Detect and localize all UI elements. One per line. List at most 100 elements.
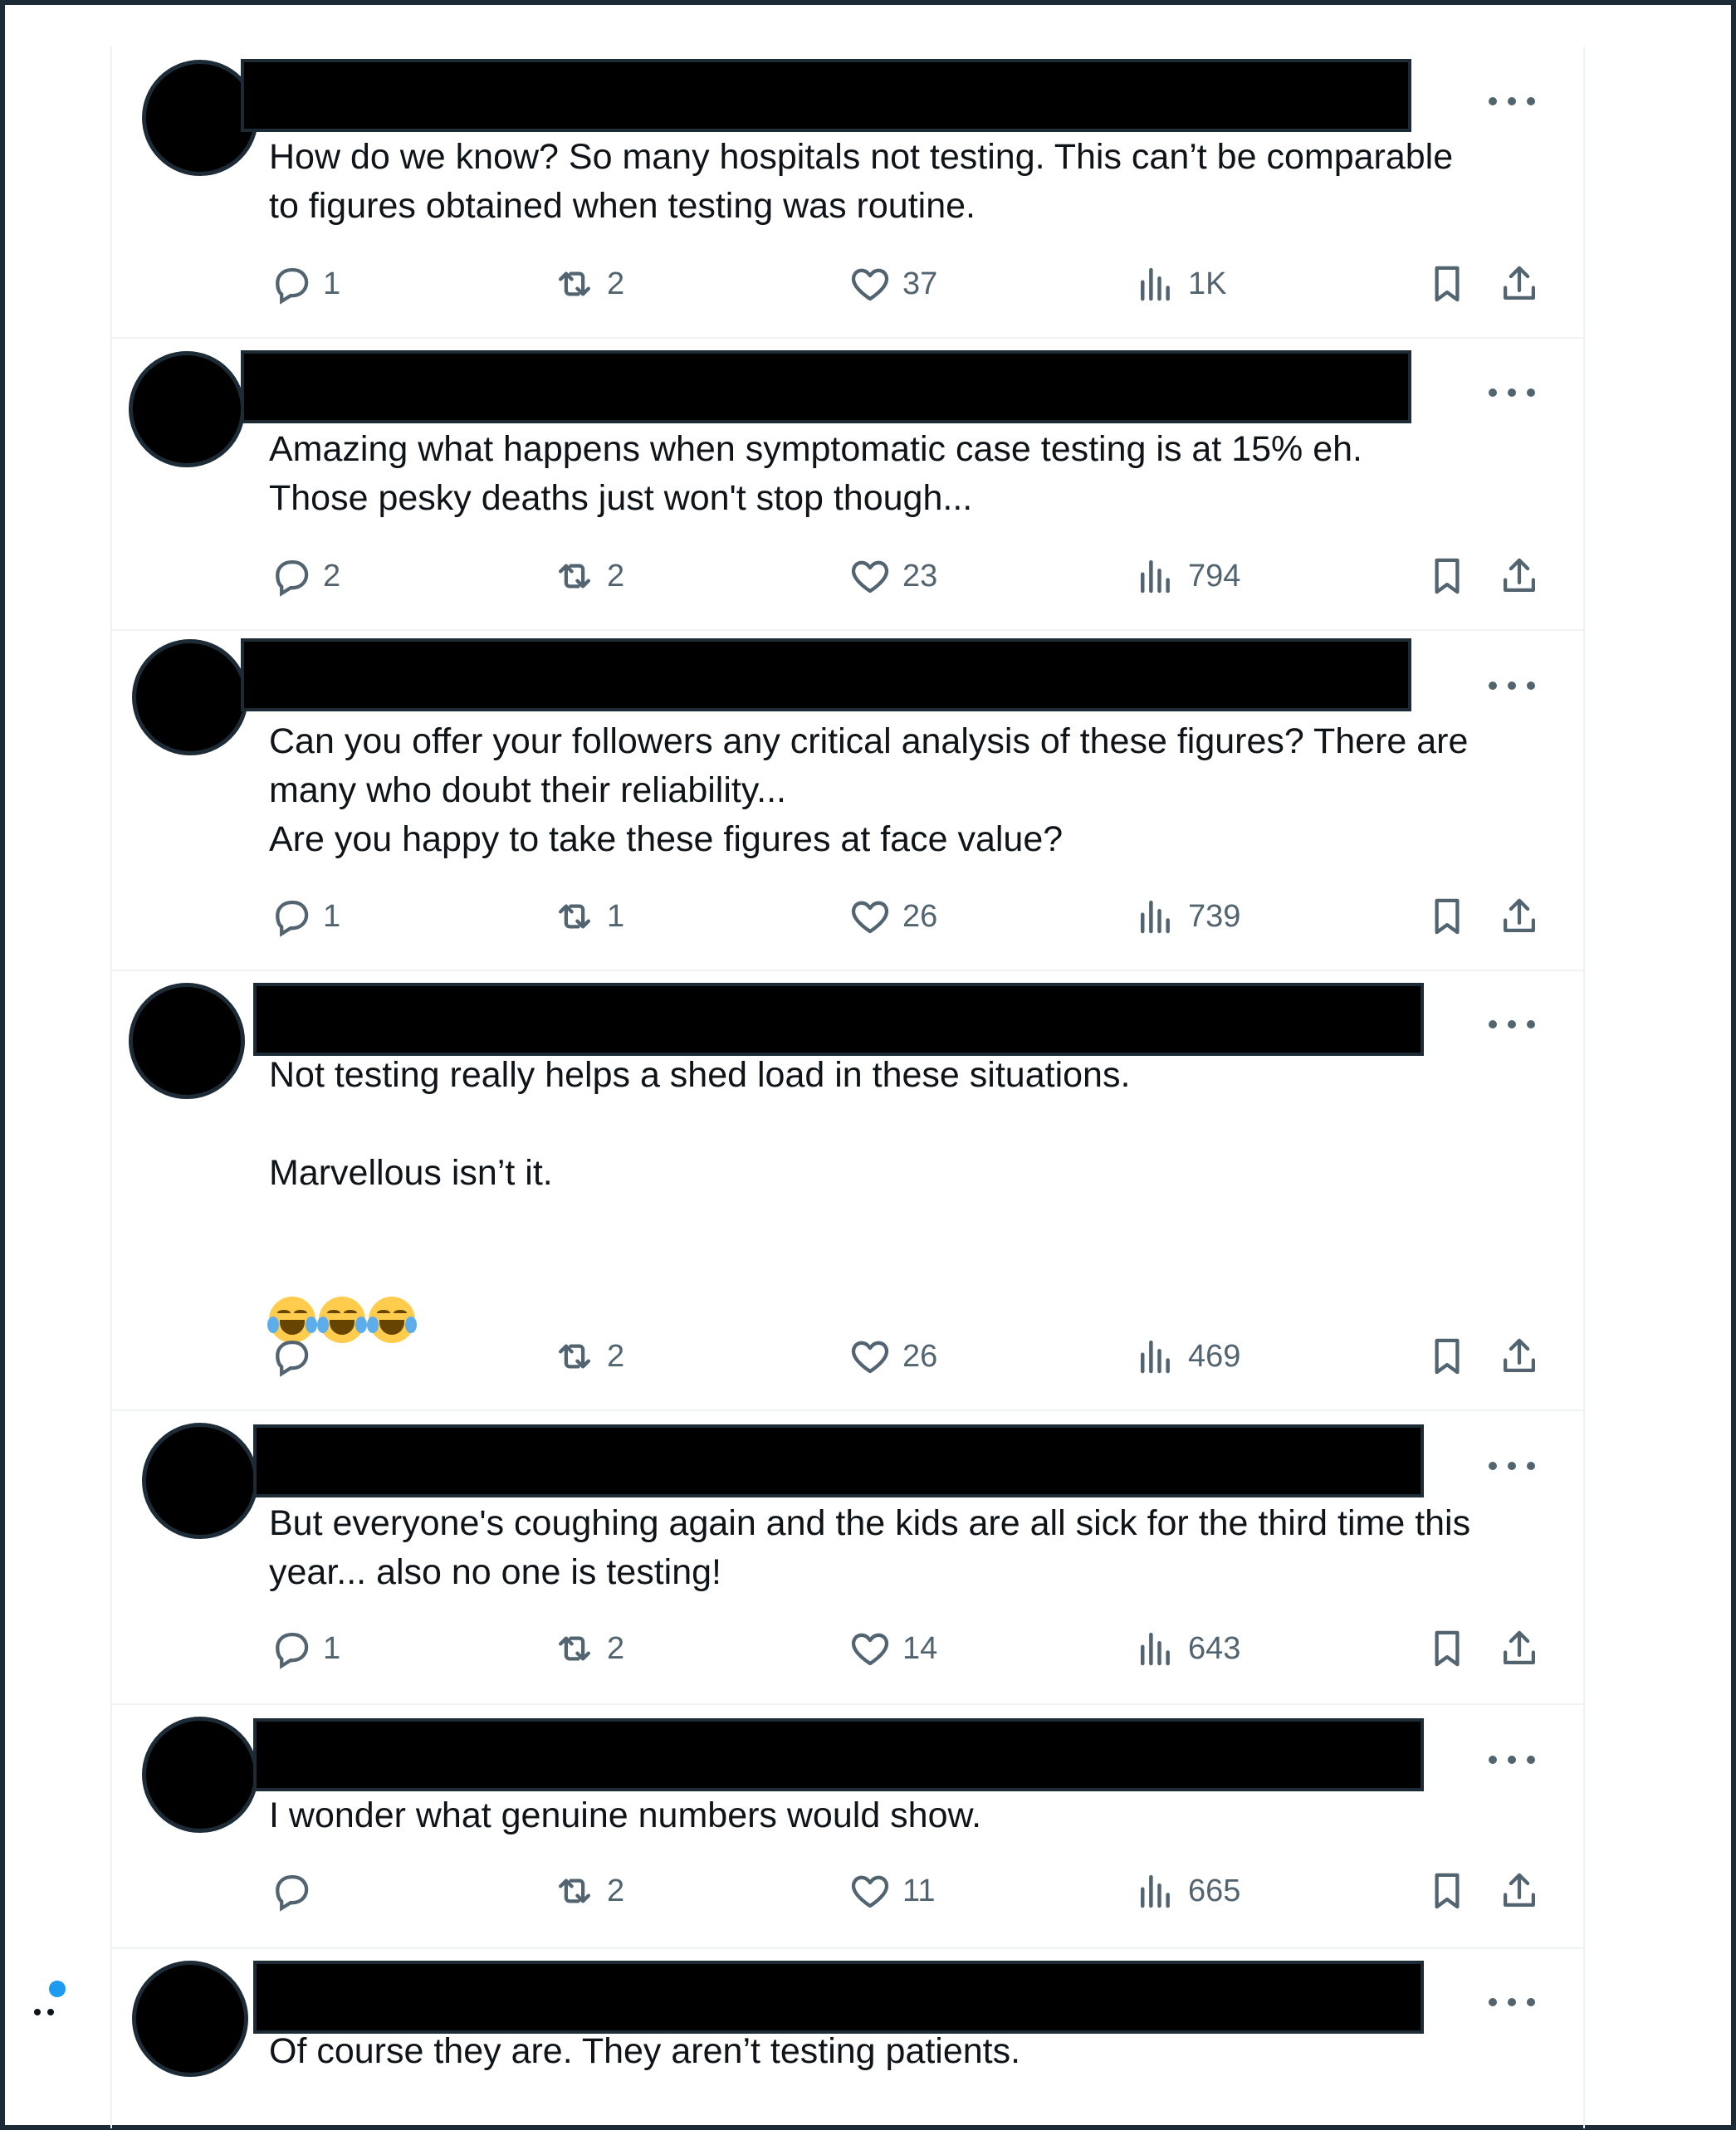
bookmark-button[interactable] <box>1425 1331 1469 1381</box>
view-count: 643 <box>1188 1630 1241 1666</box>
bookmark-button[interactable] <box>1425 551 1469 601</box>
like-button[interactable]: 14 <box>848 1624 937 1673</box>
more-horizontal-icon <box>1489 97 1497 105</box>
bookmark-button[interactable] <box>1425 1866 1469 1916</box>
reply-item[interactable]: Amazing what happens when symptomatic ca… <box>112 339 1583 631</box>
like-button[interactable]: 26 <box>848 892 937 941</box>
more-options-button[interactable] <box>1489 93 1535 110</box>
bookmark-icon <box>1435 898 1460 935</box>
bookmark-icon <box>1435 1873 1460 1909</box>
reply-text: Of course they are. They aren’t testing … <box>269 2031 1021 2071</box>
avatar[interactable] <box>129 351 245 467</box>
reply-actions: 1 2 37 1K <box>112 259 1583 309</box>
share-button[interactable] <box>1497 1331 1542 1381</box>
redacted-username <box>241 638 1411 711</box>
analytics-icon <box>1141 267 1170 301</box>
bookmark-icon <box>1435 1338 1460 1375</box>
reply-icon <box>276 1874 309 1912</box>
avatar[interactable] <box>142 1717 258 1833</box>
view-count: 665 <box>1188 1873 1241 1908</box>
view-count: 794 <box>1188 558 1241 594</box>
reply-count: 1 <box>323 898 341 934</box>
share-button[interactable] <box>1497 892 1542 941</box>
retweet-icon <box>558 904 591 929</box>
retweet-button[interactable]: 2 <box>552 259 624 309</box>
retweet-button[interactable]: 2 <box>552 1624 624 1673</box>
redacted-username <box>241 350 1411 423</box>
reply-button[interactable]: 1 <box>268 259 340 309</box>
like-count: 26 <box>902 1338 938 1374</box>
reply-count: 2 <box>323 558 341 594</box>
share-icon <box>1503 1338 1536 1373</box>
retweet-button[interactable]: 2 <box>552 1331 624 1381</box>
views-button[interactable]: 643 <box>1133 1624 1240 1673</box>
reply-item[interactable]: Of course they are. They aren’t testing … <box>112 1949 1583 2128</box>
reply-actions: 2 2 23 794 <box>112 551 1583 601</box>
retweet-button[interactable]: 1 <box>552 892 624 941</box>
views-button[interactable]: 1K <box>1133 259 1226 309</box>
reply-item[interactable]: I wonder what genuine numbers would show… <box>112 1705 1583 1949</box>
more-options-button[interactable] <box>1489 1751 1535 1768</box>
reply-item[interactable]: Not testing really helps a shed load in … <box>112 971 1583 1411</box>
bookmark-button[interactable] <box>1425 1624 1469 1673</box>
share-button[interactable] <box>1497 1866 1542 1916</box>
reply-button[interactable] <box>268 1866 323 1916</box>
more-options-button[interactable] <box>1489 1458 1535 1474</box>
reply-text: I wonder what genuine numbers would show… <box>269 1795 982 1835</box>
avatar[interactable] <box>142 1423 258 1539</box>
view-count: 1K <box>1188 266 1227 301</box>
replies-column: How do we know? So many hospitals not te… <box>110 46 1585 2128</box>
like-button[interactable]: 23 <box>848 551 937 601</box>
like-count: 23 <box>902 558 938 594</box>
views-button[interactable]: 794 <box>1133 551 1240 601</box>
share-button[interactable] <box>1497 1624 1542 1673</box>
reply-button[interactable]: 2 <box>268 551 340 601</box>
share-button[interactable] <box>1497 259 1542 309</box>
share-icon <box>1503 558 1536 593</box>
retweet-count: 2 <box>607 266 625 301</box>
bookmark-button[interactable] <box>1425 259 1469 309</box>
redacted-username <box>253 1718 1424 1791</box>
views-button[interactable]: 739 <box>1133 892 1240 941</box>
retweet-button[interactable]: 2 <box>552 551 624 601</box>
more-horizontal-icon <box>1489 1462 1497 1470</box>
reply-icon <box>276 1340 309 1377</box>
reply-icon <box>276 559 309 597</box>
avatar[interactable] <box>132 1961 248 2077</box>
reply-button[interactable]: 1 <box>268 892 340 941</box>
avatar[interactable] <box>132 639 248 755</box>
bookmark-button[interactable] <box>1425 892 1469 941</box>
analytics-icon <box>1141 900 1170 934</box>
analytics-icon <box>1141 1340 1170 1374</box>
retweet-icon <box>558 1636 591 1661</box>
redacted-username <box>253 983 1424 1056</box>
avatar[interactable] <box>129 983 245 1099</box>
reply-actions: 1 1 26 739 <box>112 892 1583 941</box>
reply-actions: 2 11 665 <box>112 1866 1583 1916</box>
redacted-username <box>253 1424 1424 1497</box>
share-button[interactable] <box>1497 551 1542 601</box>
views-button[interactable]: 469 <box>1133 1331 1240 1381</box>
more-options-button[interactable] <box>1489 1016 1535 1033</box>
redacted-username <box>241 59 1411 132</box>
reply-count: 1 <box>323 266 341 301</box>
reply-item[interactable]: How do we know? So many hospitals not te… <box>112 46 1583 339</box>
reply-icon <box>276 1632 309 1669</box>
reply-text: But everyone's coughing again and the ki… <box>269 1503 1471 1592</box>
reply-actions: 1 2 14 643 <box>112 1624 1583 1673</box>
more-options-button[interactable] <box>1489 384 1535 401</box>
views-button[interactable]: 665 <box>1133 1866 1240 1916</box>
more-options-button[interactable] <box>1489 677 1535 694</box>
heart-icon <box>851 268 889 301</box>
reply-button[interactable]: 1 <box>268 1624 340 1673</box>
like-button[interactable]: 11 <box>848 1866 935 1916</box>
reply-button[interactable] <box>268 1331 323 1381</box>
reply-item[interactable]: Can you offer your followers any critica… <box>112 631 1583 971</box>
like-button[interactable]: 26 <box>848 1331 937 1381</box>
retweet-button[interactable]: 2 <box>552 1866 624 1916</box>
like-button[interactable]: 37 <box>848 259 937 309</box>
more-options-button[interactable] <box>1489 1994 1535 2010</box>
reply-item[interactable]: But everyone's coughing again and the ki… <box>112 1411 1583 1705</box>
more-menu-indicator[interactable] <box>32 1981 74 2015</box>
retweet-count: 2 <box>607 1630 625 1666</box>
